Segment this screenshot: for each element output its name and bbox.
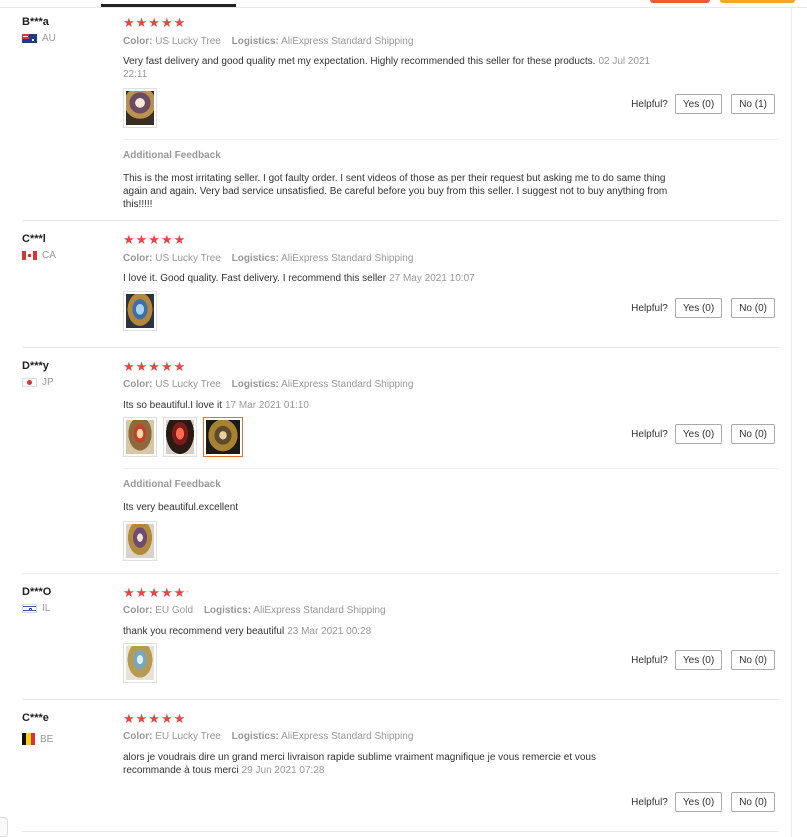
- color-value: US Lucky Tree: [155, 379, 221, 390]
- australia-flag-icon: [22, 34, 37, 43]
- helpful-votes: Helpful? Yes (0) No (0): [631, 424, 775, 444]
- helpful-votes: Helpful? Yes (0) No (0): [631, 298, 775, 318]
- reviewer-country: AU: [22, 33, 56, 44]
- divider: [123, 139, 779, 140]
- helpful-no-button[interactable]: No (0): [731, 298, 775, 318]
- helpful-votes: Helpful? Yes (0) No (1): [631, 94, 775, 114]
- review-text: I love it. Good quality. Fast delivery. …: [123, 273, 475, 284]
- review-item: C***e BE ★★★★★ Color: EU Lucky Tree Logi…: [22, 712, 779, 832]
- scroll-handle[interactable]: [0, 817, 8, 837]
- helpful-no-button[interactable]: No (0): [731, 792, 775, 812]
- helpful-yes-button[interactable]: Yes (0): [674, 424, 723, 444]
- review-date: 17 Mar 2021 01:10: [224, 400, 309, 411]
- review-images: [123, 417, 243, 457]
- review-meta: Color: EU Lucky Tree Logistics: AliExpre…: [123, 731, 414, 742]
- helpful-no-button[interactable]: No (0): [731, 424, 775, 444]
- reviewer-name: C***l: [22, 233, 46, 245]
- review-item: D***y JP ★★★★★ Color: US Lucky Tree Logi…: [22, 360, 779, 574]
- helpful-no-button[interactable]: No (0): [731, 650, 775, 670]
- review-text: Very fast delivery and good quality met …: [123, 56, 651, 80]
- logistics-value: AliExpress Standard Shipping: [281, 36, 414, 47]
- top-action-button-red[interactable]: [650, 0, 710, 3]
- product-photo-thumbnail[interactable]: [163, 417, 197, 457]
- review-meta: Color: US Lucky Tree Logistics: AliExpre…: [123, 36, 414, 47]
- star-rating: ★★★★★: [123, 15, 187, 30]
- reviewer-country: IL: [22, 603, 50, 614]
- active-tab-indicator: [101, 4, 236, 7]
- helpful-votes: Helpful? Yes (0) No (0): [631, 792, 775, 812]
- helpful-yes-button[interactable]: Yes (0): [674, 298, 723, 318]
- color-value: EU Gold: [155, 605, 194, 616]
- review-item: B***a AU ★★★★★ Color: US Lucky Tree Logi…: [22, 16, 779, 221]
- review-date: 23 Mar 2021 00:28: [287, 626, 372, 637]
- star-rating: ★★★★★•: [123, 585, 190, 600]
- product-photo-thumbnail[interactable]: [123, 291, 157, 331]
- reviewer-name: D***y: [22, 360, 49, 372]
- reviewer-country: CA: [22, 250, 56, 261]
- star-rating: ★★★★★: [123, 359, 187, 374]
- reviewer-country: JP: [22, 377, 54, 388]
- reviewer-country: BE: [22, 733, 53, 745]
- additional-feedback-title: Additional Feedback: [123, 150, 221, 161]
- additional-feedback-title: Additional Feedback: [123, 479, 221, 490]
- review-meta: Color: US Lucky Tree Logistics: AliExpre…: [123, 253, 414, 264]
- review-meta: Color: EU Gold Logistics: AliExpress Sta…: [123, 605, 386, 616]
- review-date: 27 May 2021 10:07: [389, 273, 475, 284]
- review-images: [123, 88, 157, 128]
- logistics-value: AliExpress Standard Shipping: [253, 605, 386, 616]
- star-rating: ★★★★★: [123, 232, 187, 247]
- japan-flag-icon: [22, 378, 37, 387]
- logistics-value: AliExpress Standard Shipping: [281, 379, 414, 390]
- review-item: D***O IL ★★★★★• Color: EU Gold Logistics…: [22, 586, 779, 700]
- right-divider: [791, 8, 792, 837]
- review-text: thank you recommend very beautiful 23 Mar…: [123, 626, 372, 637]
- review-date: 29 Jun 2021 07:28: [241, 765, 325, 776]
- star-rating: ★★★★★: [123, 711, 187, 726]
- reviewer-name: C***e: [22, 712, 49, 724]
- belgium-flag-icon: [22, 733, 35, 745]
- top-action-button-orange[interactable]: [720, 0, 795, 3]
- reviewer-name: B***a: [22, 16, 49, 28]
- partial-star-icon: •: [186, 589, 190, 596]
- product-photo-thumbnail[interactable]: [123, 643, 157, 683]
- additional-feedback-text: This is the most irritating seller. I go…: [123, 173, 668, 210]
- review-text: alors je voudrais dire un grand merci li…: [123, 752, 596, 776]
- helpful-yes-button[interactable]: Yes (0): [674, 650, 723, 670]
- additional-feedback-text: Its very beautiful.excellent: [123, 502, 239, 513]
- product-photo-thumbnail[interactable]: [123, 417, 157, 457]
- product-photo-thumbnail-selected[interactable]: [203, 417, 243, 457]
- product-photo-thumbnail[interactable]: [123, 521, 157, 561]
- review-text: Its so beautiful.I love it 17 Mar 2021 01…: [123, 400, 309, 411]
- product-photo-thumbnail[interactable]: [123, 88, 157, 128]
- canada-flag-icon: [22, 251, 37, 260]
- helpful-no-button[interactable]: No (1): [731, 94, 775, 114]
- additional-feedback-images: [123, 521, 157, 561]
- color-value: EU Lucky Tree: [155, 731, 221, 742]
- reviewer-name: D***O: [22, 586, 52, 598]
- helpful-yes-button[interactable]: Yes (0): [674, 792, 723, 812]
- helpful-yes-button[interactable]: Yes (0): [674, 94, 723, 114]
- review-images: [123, 291, 157, 331]
- review-images: [123, 643, 157, 683]
- helpful-votes: Helpful? Yes (0) No (0): [631, 650, 775, 670]
- divider: [123, 468, 779, 469]
- israel-flag-icon: [22, 604, 37, 613]
- review-meta: Color: US Lucky Tree Logistics: AliExpre…: [123, 379, 414, 390]
- logistics-value: AliExpress Standard Shipping: [281, 731, 414, 742]
- review-item: C***l CA ★★★★★ Color: US Lucky Tree Logi…: [22, 233, 779, 348]
- logistics-value: AliExpress Standard Shipping: [281, 253, 414, 264]
- color-value: US Lucky Tree: [155, 36, 221, 47]
- color-value: US Lucky Tree: [155, 253, 221, 264]
